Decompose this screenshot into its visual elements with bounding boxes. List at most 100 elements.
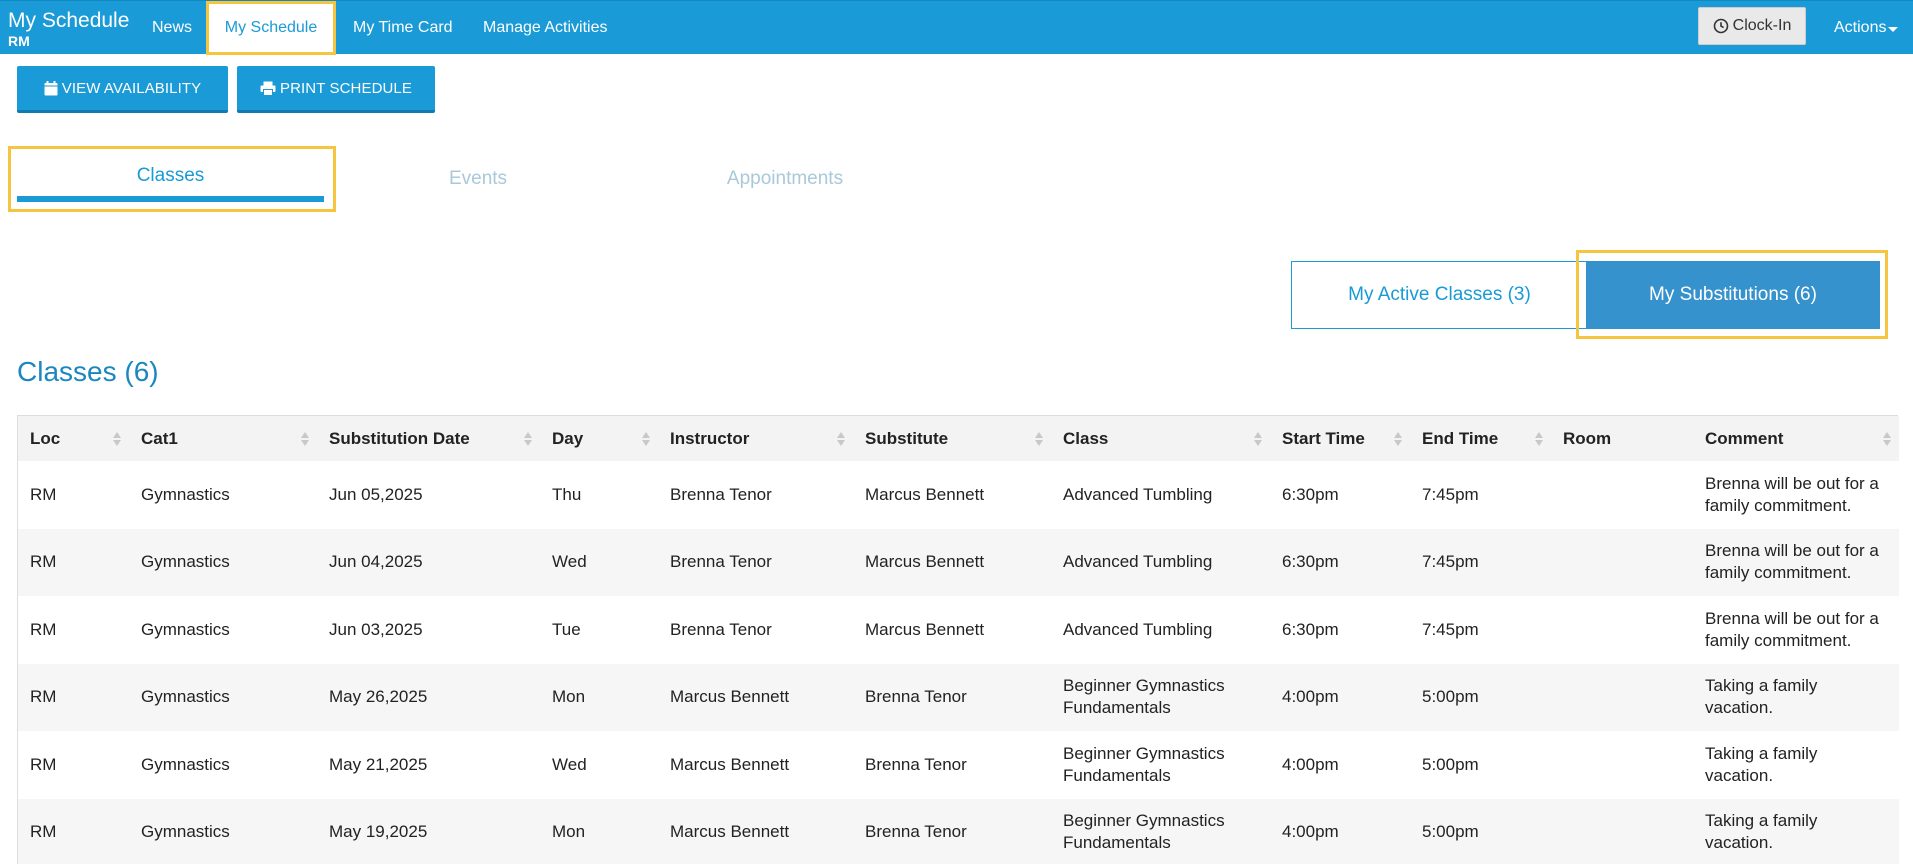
cell-loc: RM <box>30 619 57 639</box>
cell-end-time: 5:00pm <box>1422 687 1479 707</box>
column-header-loc[interactable]: Loc <box>18 416 129 461</box>
cell-loc: RM <box>30 822 57 842</box>
sort-icon[interactable] <box>301 431 309 447</box>
cell-loc: RM <box>30 687 57 707</box>
table-body: RM Gymnastics Jun 05,2025 Thu Brenna Tenor Ma… <box>18 461 1899 864</box>
cell-end-time: 7:45pm <box>1422 619 1479 639</box>
chevron-down-icon <box>1888 26 1899 32</box>
cell-comment: Taking a family vacation. <box>1705 676 1818 718</box>
cell-end-time: 5:00pm <box>1422 822 1479 842</box>
column-header-start-time[interactable]: Start Time <box>1270 416 1410 461</box>
printer-icon <box>260 81 276 96</box>
tab-events[interactable]: Events <box>341 146 615 212</box>
sort-icon[interactable] <box>1035 431 1043 447</box>
column-header-substitution-date[interactable]: Substitution Date <box>317 416 540 461</box>
table-row[interactable]: RM Gymnastics Jun 05,2025 Thu Brenna Tenor Ma… <box>18 461 1899 529</box>
table-row[interactable]: RM Gymnastics May 26,2025 Mon Marcus Bennett… <box>18 663 1899 732</box>
cell-loc: RM <box>30 754 57 774</box>
column-header-instructor[interactable]: Instructor <box>658 416 853 461</box>
cell-day: Mon <box>552 687 586 707</box>
cell-start-time: 4:00pm <box>1282 754 1339 774</box>
sort-icon[interactable] <box>837 431 845 447</box>
table-header-row: Loc Cat1 Substitution Date Day Instructor Sub… <box>18 416 1899 461</box>
cell-substitute: Brenna Tenor <box>865 754 967 774</box>
sort-icon[interactable] <box>524 431 532 447</box>
cell-substitute: Brenna Tenor <box>865 687 967 707</box>
sort-icon[interactable] <box>1535 431 1543 447</box>
my-substitutions-button[interactable]: My Substitutions (6) <box>1586 261 1880 329</box>
view-availability-button[interactable]: VIEW AVAILABILITY <box>17 66 228 113</box>
location-code: RM <box>8 33 30 49</box>
my-active-classes-button[interactable]: My Active Classes (3) <box>1291 261 1588 329</box>
cell-day: Thu <box>552 484 582 504</box>
column-header-label: Start Time <box>1282 428 1365 448</box>
cell-loc: RM <box>30 552 57 572</box>
table-row[interactable]: RM Gymnastics Jun 03,2025 Tue Brenna Tenor Ma… <box>18 596 1899 664</box>
tab-appointments[interactable]: Appointments <box>648 146 922 212</box>
section-title: Classes (6) <box>17 356 159 387</box>
cell-substitute: Marcus Bennett <box>865 552 985 572</box>
column-header-label: End Time <box>1422 428 1499 448</box>
cell-day: Tue <box>552 619 581 639</box>
actions-menu[interactable]: Actions <box>1834 1 1899 55</box>
nav-my-schedule[interactable]: My Schedule <box>206 1 336 55</box>
cell-cat1: Gymnastics <box>141 484 230 504</box>
table-row[interactable]: RM Gymnastics Jun 04,2025 Wed Brenna Tenor Ma… <box>18 528 1899 596</box>
cell-cat1: Gymnastics <box>141 754 230 774</box>
print-schedule-button[interactable]: PRINT SCHEDULE <box>237 66 435 113</box>
cell-loc: RM <box>30 484 57 504</box>
cell-class: Beginner Gymnastics Fundamentals <box>1063 743 1225 785</box>
table-row[interactable]: RM Gymnastics May 21,2025 Wed Marcus Bennett… <box>18 731 1899 799</box>
sort-icon[interactable] <box>113 431 121 447</box>
calendar-icon <box>44 80 58 95</box>
cell-class: Advanced Tumbling <box>1063 619 1213 639</box>
cell-room <box>1551 596 1693 664</box>
cell-class: Advanced Tumbling <box>1063 484 1213 504</box>
column-header-day[interactable]: Day <box>540 416 658 461</box>
cell-room <box>1551 664 1693 732</box>
cell-start-time: 4:00pm <box>1282 687 1339 707</box>
cell-substitution-date: May 26,2025 <box>329 687 428 707</box>
column-header-cat1[interactable]: Cat1 <box>129 416 317 461</box>
column-header-end-time[interactable]: End Time <box>1410 416 1551 461</box>
column-header-label: Substitution Date <box>329 428 470 448</box>
nav-news[interactable]: News <box>152 1 192 55</box>
cell-comment: Taking a family vacation. <box>1705 811 1818 853</box>
clock-in-label: Clock-In <box>1732 17 1792 34</box>
cell-cat1: Gymnastics <box>141 687 230 707</box>
column-header-label: Loc <box>30 428 61 448</box>
cell-instructor: Brenna Tenor <box>670 552 772 572</box>
cell-room <box>1551 731 1693 799</box>
cell-cat1: Gymnastics <box>141 619 230 639</box>
sort-icon[interactable] <box>1394 431 1402 447</box>
cell-end-time: 7:45pm <box>1422 484 1479 504</box>
cell-room <box>1551 461 1693 529</box>
cell-substitute: Brenna Tenor <box>865 822 967 842</box>
cell-cat1: Gymnastics <box>141 822 230 842</box>
sort-icon[interactable] <box>642 431 650 447</box>
column-header-comment[interactable]: Comment <box>1693 416 1899 461</box>
cell-cat1: Gymnastics <box>141 552 230 572</box>
page-title: My Schedule <box>8 9 130 32</box>
column-header-label: Cat1 <box>141 428 178 448</box>
nav-my-time-card[interactable]: My Time Card <box>353 1 453 55</box>
sort-icon[interactable] <box>1254 431 1262 447</box>
cell-day: Wed <box>552 552 587 572</box>
nav-manage-activities[interactable]: Manage Activities <box>483 1 608 55</box>
cell-class: Beginner Gymnastics Fundamentals <box>1063 811 1225 853</box>
column-header-class[interactable]: Class <box>1051 416 1270 461</box>
cell-day: Wed <box>552 754 587 774</box>
cell-start-time: 4:00pm <box>1282 822 1339 842</box>
column-header-room[interactable]: Room <box>1551 416 1693 461</box>
column-header-substitute[interactable]: Substitute <box>853 416 1051 461</box>
cell-start-time: 6:30pm <box>1282 552 1339 572</box>
table-row[interactable]: RM Gymnastics May 19,2025 Mon Marcus Bennett… <box>18 798 1899 864</box>
print-schedule-label: PRINT SCHEDULE <box>280 79 412 97</box>
clock-in-button[interactable]: Clock-In <box>1698 7 1806 45</box>
column-header-label: Class <box>1063 428 1109 448</box>
sort-icon[interactable] <box>1883 431 1891 447</box>
cell-instructor: Brenna Tenor <box>670 619 772 639</box>
cell-substitute: Marcus Bennett <box>865 484 985 504</box>
tab-classes[interactable]: Classes <box>17 149 324 203</box>
cell-end-time: 7:45pm <box>1422 552 1479 572</box>
